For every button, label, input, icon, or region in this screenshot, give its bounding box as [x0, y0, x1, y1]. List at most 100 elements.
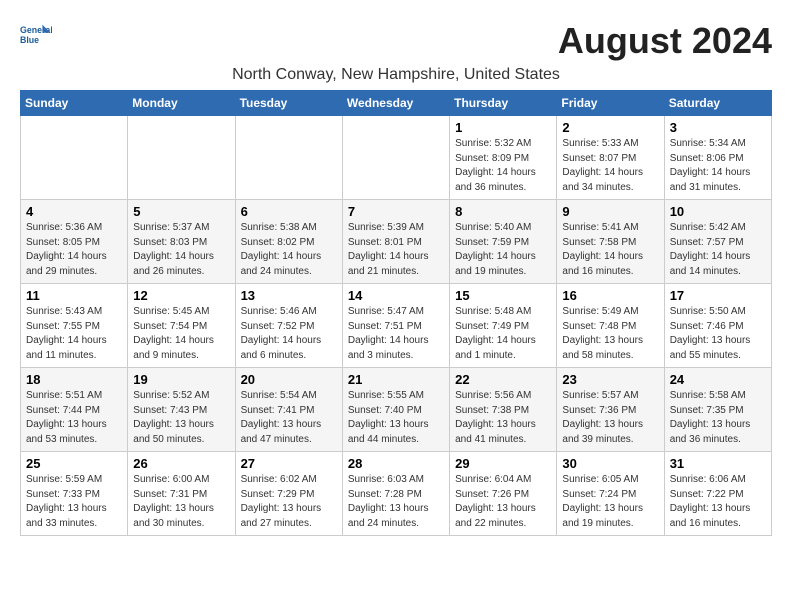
- day-number: 25: [26, 456, 122, 471]
- day-number: 23: [562, 372, 658, 387]
- location-subtitle: North Conway, New Hampshire, United Stat…: [20, 66, 772, 84]
- day-number: 7: [348, 204, 444, 219]
- calendar-week-row: 1 Sunrise: 5:32 AM Sunset: 8:09 PM Daylig…: [21, 116, 772, 200]
- day-info: Sunrise: 5:32 AM Sunset: 8:09 PM Dayligh…: [455, 137, 551, 195]
- weekday-header-monday: Monday: [128, 91, 235, 116]
- calendar-cell: 8 Sunrise: 5:40 AM Sunset: 7:59 PM Daylig…: [450, 200, 557, 284]
- calendar-cell: 4 Sunrise: 5:36 AM Sunset: 8:05 PM Daylig…: [21, 200, 128, 284]
- day-number: 26: [133, 456, 229, 471]
- day-info: Sunrise: 5:41 AM Sunset: 7:58 PM Dayligh…: [562, 221, 658, 279]
- calendar-cell: 29 Sunrise: 6:04 AM Sunset: 7:26 PM Dayli…: [450, 452, 557, 536]
- day-number: 10: [670, 204, 766, 219]
- day-info: Sunrise: 5:46 AM Sunset: 7:52 PM Dayligh…: [241, 305, 337, 363]
- calendar-cell: 26 Sunrise: 6:00 AM Sunset: 7:31 PM Dayli…: [128, 452, 235, 536]
- day-number: 12: [133, 288, 229, 303]
- day-number: 3: [670, 120, 766, 135]
- day-info: Sunrise: 5:43 AM Sunset: 7:55 PM Dayligh…: [26, 305, 122, 363]
- calendar-cell: 12 Sunrise: 5:45 AM Sunset: 7:54 PM Dayli…: [128, 284, 235, 368]
- calendar-cell: 3 Sunrise: 5:34 AM Sunset: 8:06 PM Daylig…: [664, 116, 771, 200]
- calendar-cell: 5Sunrise: 5:37 AM Sunset: 8:03 PM Daylig…: [128, 200, 235, 284]
- day-info: Sunrise: 5:50 AM Sunset: 7:46 PM Dayligh…: [670, 305, 766, 363]
- calendar-cell: 13 Sunrise: 5:46 AM Sunset: 7:52 PM Dayli…: [235, 284, 342, 368]
- logo-icon: General Blue: [20, 20, 52, 52]
- day-info: Sunrise: 5:37 AM Sunset: 8:03 PM Dayligh…: [133, 221, 229, 279]
- calendar-cell: 14 Sunrise: 5:47 AM Sunset: 7:51 PM Dayli…: [342, 284, 449, 368]
- weekday-header-sunday: Sunday: [21, 91, 128, 116]
- day-number: 14: [348, 288, 444, 303]
- day-number: 20: [241, 372, 337, 387]
- calendar-cell: 15 Sunrise: 5:48 AM Sunset: 7:49 PM Dayli…: [450, 284, 557, 368]
- calendar-cell: 2 Sunrise: 5:33 AM Sunset: 8:07 PM Daylig…: [557, 116, 664, 200]
- day-info: Sunrise: 6:02 AM Sunset: 7:29 PM Dayligh…: [241, 473, 337, 531]
- weekday-header-tuesday: Tuesday: [235, 91, 342, 116]
- day-number: 27: [241, 456, 337, 471]
- calendar-cell: 22Sunrise: 5:56 AM Sunset: 7:38 PM Dayli…: [450, 368, 557, 452]
- day-info: Sunrise: 5:34 AM Sunset: 8:06 PM Dayligh…: [670, 137, 766, 195]
- day-info: Sunrise: 5:42 AM Sunset: 7:57 PM Dayligh…: [670, 221, 766, 279]
- calendar-cell: 7 Sunrise: 5:39 AM Sunset: 8:01 PM Daylig…: [342, 200, 449, 284]
- calendar-cell: 16Sunrise: 5:49 AM Sunset: 7:48 PM Dayli…: [557, 284, 664, 368]
- day-number: 1: [455, 120, 551, 135]
- calendar-cell: 31Sunrise: 6:06 AM Sunset: 7:22 PM Dayli…: [664, 452, 771, 536]
- day-info: Sunrise: 5:36 AM Sunset: 8:05 PM Dayligh…: [26, 221, 122, 279]
- day-number: 4: [26, 204, 122, 219]
- day-info: Sunrise: 5:56 AM Sunset: 7:38 PM Dayligh…: [455, 389, 551, 447]
- weekday-header-friday: Friday: [557, 91, 664, 116]
- day-info: Sunrise: 5:38 AM Sunset: 8:02 PM Dayligh…: [241, 221, 337, 279]
- calendar-table: SundayMondayTuesdayWednesdayThursdayFrid…: [20, 90, 772, 536]
- day-info: Sunrise: 5:45 AM Sunset: 7:54 PM Dayligh…: [133, 305, 229, 363]
- day-number: 8: [455, 204, 551, 219]
- month-year-title: August 2024: [558, 20, 772, 62]
- calendar-cell: 17 Sunrise: 5:50 AM Sunset: 7:46 PM Dayli…: [664, 284, 771, 368]
- day-number: 21: [348, 372, 444, 387]
- day-number: 2: [562, 120, 658, 135]
- day-info: Sunrise: 5:57 AM Sunset: 7:36 PM Dayligh…: [562, 389, 658, 447]
- day-info: Sunrise: 5:59 AM Sunset: 7:33 PM Dayligh…: [26, 473, 122, 531]
- calendar-cell: 21 Sunrise: 5:55 AM Sunset: 7:40 PM Dayli…: [342, 368, 449, 452]
- day-info: Sunrise: 6:04 AM Sunset: 7:26 PM Dayligh…: [455, 473, 551, 531]
- calendar-cell: 27 Sunrise: 6:02 AM Sunset: 7:29 PM Dayli…: [235, 452, 342, 536]
- day-info: Sunrise: 5:54 AM Sunset: 7:41 PM Dayligh…: [241, 389, 337, 447]
- day-info: Sunrise: 5:48 AM Sunset: 7:49 PM Dayligh…: [455, 305, 551, 363]
- calendar-cell: 23 Sunrise: 5:57 AM Sunset: 7:36 PM Dayli…: [557, 368, 664, 452]
- day-info: Sunrise: 5:51 AM Sunset: 7:44 PM Dayligh…: [26, 389, 122, 447]
- weekday-header-row: SundayMondayTuesdayWednesdayThursdayFrid…: [21, 91, 772, 116]
- day-number: 17: [670, 288, 766, 303]
- calendar-cell: 19 Sunrise: 5:52 AM Sunset: 7:43 PM Dayli…: [128, 368, 235, 452]
- calendar-cell: 20 Sunrise: 5:54 AM Sunset: 7:41 PM Dayli…: [235, 368, 342, 452]
- day-number: 31: [670, 456, 766, 471]
- calendar-cell: 30Sunrise: 6:05 AM Sunset: 7:24 PM Dayli…: [557, 452, 664, 536]
- day-number: 28: [348, 456, 444, 471]
- day-number: 13: [241, 288, 337, 303]
- calendar-cell: [128, 116, 235, 200]
- day-info: Sunrise: 5:33 AM Sunset: 8:07 PM Dayligh…: [562, 137, 658, 195]
- day-info: Sunrise: 6:00 AM Sunset: 7:31 PM Dayligh…: [133, 473, 229, 531]
- day-info: Sunrise: 5:58 AM Sunset: 7:35 PM Dayligh…: [670, 389, 766, 447]
- page-header: General Blue August 2024: [20, 20, 772, 62]
- calendar-cell: [21, 116, 128, 200]
- calendar-cell: 24 Sunrise: 5:58 AM Sunset: 7:35 PM Dayli…: [664, 368, 771, 452]
- day-info: Sunrise: 6:05 AM Sunset: 7:24 PM Dayligh…: [562, 473, 658, 531]
- calendar-week-row: 25 Sunrise: 5:59 AM Sunset: 7:33 PM Dayli…: [21, 452, 772, 536]
- day-info: Sunrise: 5:39 AM Sunset: 8:01 PM Dayligh…: [348, 221, 444, 279]
- calendar-cell: 28Sunrise: 6:03 AM Sunset: 7:28 PM Dayli…: [342, 452, 449, 536]
- day-info: Sunrise: 5:55 AM Sunset: 7:40 PM Dayligh…: [348, 389, 444, 447]
- day-number: 19: [133, 372, 229, 387]
- day-number: 16: [562, 288, 658, 303]
- calendar-cell: 6Sunrise: 5:38 AM Sunset: 8:02 PM Daylig…: [235, 200, 342, 284]
- weekday-header-wednesday: Wednesday: [342, 91, 449, 116]
- day-number: 15: [455, 288, 551, 303]
- svg-text:Blue: Blue: [20, 35, 39, 45]
- weekday-header-saturday: Saturday: [664, 91, 771, 116]
- calendar-cell: [235, 116, 342, 200]
- day-number: 24: [670, 372, 766, 387]
- day-number: 29: [455, 456, 551, 471]
- day-info: Sunrise: 5:40 AM Sunset: 7:59 PM Dayligh…: [455, 221, 551, 279]
- calendar-week-row: 4 Sunrise: 5:36 AM Sunset: 8:05 PM Daylig…: [21, 200, 772, 284]
- day-info: Sunrise: 5:47 AM Sunset: 7:51 PM Dayligh…: [348, 305, 444, 363]
- calendar-cell: 25 Sunrise: 5:59 AM Sunset: 7:33 PM Dayli…: [21, 452, 128, 536]
- calendar-week-row: 18Sunrise: 5:51 AM Sunset: 7:44 PM Dayli…: [21, 368, 772, 452]
- day-info: Sunrise: 5:52 AM Sunset: 7:43 PM Dayligh…: [133, 389, 229, 447]
- weekday-header-thursday: Thursday: [450, 91, 557, 116]
- logo: General Blue: [20, 20, 52, 52]
